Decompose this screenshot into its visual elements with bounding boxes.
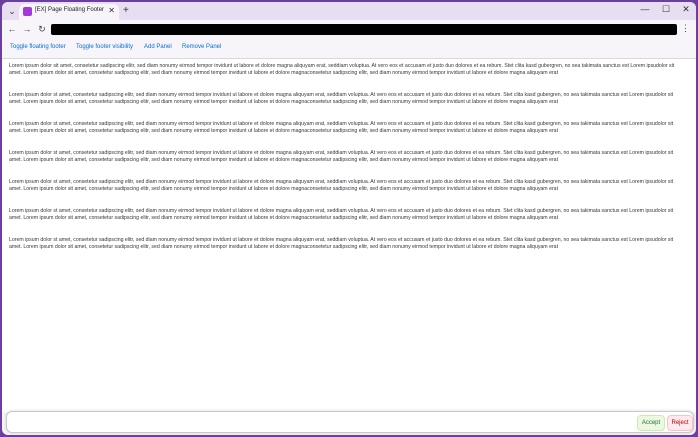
content-paragraph: Lorem ipsum dolor st amet, consetetur sa… — [9, 237, 674, 251]
content-paragraph: Lorem ipsum dolor st amet, consetetur sa… — [9, 121, 674, 135]
forward-icon[interactable]: → — [21, 23, 33, 35]
page-toolbar: Toggle floating footer Toggle footer vis… — [2, 39, 696, 59]
address-bar-row: ← → ↻ ⋮ — [2, 20, 696, 39]
tab-close-icon[interactable]: ✕ — [108, 6, 115, 15]
url-input[interactable] — [51, 24, 677, 35]
close-window-icon[interactable]: ✕ — [679, 4, 693, 15]
maximize-icon[interactable]: ☐ — [659, 4, 673, 15]
reload-icon[interactable]: ↻ — [36, 23, 48, 35]
tab-strip: ⌄ [EX] Page Floating Footer ✕ + — ☐ ✕ — [2, 2, 696, 20]
new-tab-button[interactable]: + — [123, 5, 129, 17]
reject-button[interactable]: Reject — [667, 415, 693, 431]
browser-menu-icon[interactable]: ⋮ — [681, 23, 690, 34]
tab-search-icon[interactable]: ⌄ — [6, 5, 18, 17]
add-panel-button[interactable]: Add Panel — [144, 44, 172, 50]
content-paragraph: Lorem ipsum dolor st amet, consetetur sa… — [9, 92, 674, 106]
favicon-icon — [23, 7, 32, 16]
minimize-icon[interactable]: — — [638, 4, 652, 14]
remove-panel-button[interactable]: Remove Panel — [182, 44, 221, 50]
tab-page-floating-footer[interactable]: [EX] Page Floating Footer ✕ — [19, 4, 119, 20]
back-icon[interactable]: ← — [6, 23, 18, 35]
floating-footer: Accept Reject — [6, 411, 694, 433]
toggle-footer-visibility-button[interactable]: Toggle footer visibility — [76, 44, 133, 50]
toggle-floating-footer-button[interactable]: Toggle floating footer — [10, 44, 66, 50]
accept-button[interactable]: Accept — [637, 415, 665, 431]
browser-window: ⌄ [EX] Page Floating Footer ✕ + — ☐ ✕ ← … — [2, 2, 696, 435]
content-paragraph: Lorem ipsum dolor st amet, consetetur sa… — [9, 179, 674, 193]
content-paragraph: Lorem ipsum dolor sit amet, consetetur s… — [9, 63, 675, 77]
page-content: Lorem ipsum dolor sit amet, consetetur s… — [2, 58, 696, 412]
tab-title: [EX] Page Floating Footer — [35, 7, 105, 13]
content-paragraph: Lorem ipsum dolor st amet, consetetur sa… — [9, 150, 674, 164]
content-paragraph: Lorem ipsum dolor st amet, consetetur sa… — [9, 208, 674, 222]
